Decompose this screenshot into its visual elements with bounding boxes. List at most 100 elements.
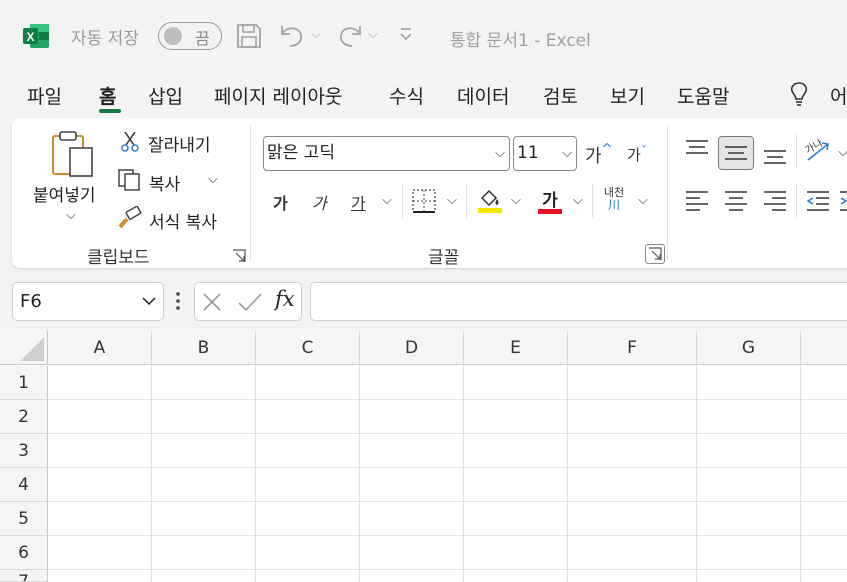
tab-help[interactable]: 도움말: [677, 82, 729, 109]
undo-dropdown-icon[interactable]: ⌵: [311, 27, 321, 42]
column-header-G[interactable]: G: [697, 331, 801, 365]
row-header-6[interactable]: 6: [0, 536, 48, 570]
phonetic-guide-button[interactable]: 내천 川: [602, 186, 626, 212]
row-gridline: [48, 569, 847, 570]
row-header-5[interactable]: 5: [0, 502, 48, 536]
fill-color-dropdown-icon[interactable]: ⌵: [511, 193, 521, 208]
align-bottom-icon[interactable]: [762, 145, 788, 173]
column-header-A[interactable]: A: [48, 331, 152, 365]
column-gridline: [696, 365, 697, 582]
column-header-F[interactable]: F: [568, 331, 697, 365]
tab-review[interactable]: 검토: [543, 82, 578, 109]
font-name-select[interactable]: 맑은 고딕 ⌵: [263, 136, 510, 171]
align-middle-icon: [725, 146, 747, 160]
group-separator: [250, 126, 251, 261]
clipboard-dialog-launcher-icon[interactable]: [232, 248, 246, 267]
copy-button[interactable]: 복사: [149, 170, 180, 195]
column-header-E[interactable]: E: [464, 331, 568, 365]
align-center-icon[interactable]: [723, 188, 749, 216]
row-gridline: [48, 433, 847, 434]
font-color-button[interactable]: 가: [537, 186, 563, 214]
increase-indent-icon[interactable]: [840, 188, 847, 216]
underline-button[interactable]: 가: [351, 190, 366, 214]
separator: [402, 184, 403, 218]
autosave-toggle[interactable]: 끔: [158, 22, 222, 50]
column-gridline: [567, 365, 568, 582]
column-header-D[interactable]: D: [360, 331, 464, 365]
row-header-4[interactable]: 4: [0, 468, 48, 502]
insert-function-button[interactable]: fx: [275, 287, 295, 311]
grow-font-label: 가: [585, 146, 602, 167]
row-header-7[interactable]: 7: [0, 570, 48, 582]
lightbulb-icon[interactable]: [788, 80, 810, 112]
undo-icon[interactable]: [278, 22, 306, 54]
column-header-B[interactable]: B: [152, 331, 256, 365]
align-right-icon[interactable]: [762, 188, 788, 216]
enter-check-icon[interactable]: [237, 291, 263, 317]
tab-insert[interactable]: 삽입: [148, 82, 183, 109]
autosave-state: 끔: [195, 29, 210, 48]
tab-home[interactable]: 홈: [99, 82, 116, 109]
row-header-1[interactable]: 1: [0, 366, 48, 400]
orientation-dropdown-icon[interactable]: ⌵: [838, 145, 847, 160]
scissors-icon[interactable]: [120, 130, 140, 156]
row-gridline: [48, 535, 847, 536]
shrink-font-button[interactable]: 가ˇ: [627, 144, 647, 165]
select-all-button[interactable]: [0, 331, 48, 365]
borders-dropdown-icon[interactable]: ⌵: [447, 193, 457, 208]
paste-icon[interactable]: [50, 130, 96, 184]
align-middle-button[interactable]: [718, 136, 754, 170]
copy-dropdown-icon[interactable]: ⌵: [208, 172, 218, 187]
shrink-font-label: 가: [627, 146, 641, 164]
row-gridline: [48, 501, 847, 502]
tab-data[interactable]: 데이터: [457, 82, 509, 109]
decrease-indent-icon[interactable]: [805, 188, 831, 216]
paste-dropdown-icon[interactable]: ⌵: [66, 208, 76, 223]
format-painter-button[interactable]: 서식 복사: [149, 208, 217, 233]
fill-color-icon[interactable]: [476, 186, 504, 218]
font-size-select[interactable]: 11 ⌵: [513, 136, 577, 171]
excel-logo-icon: X: [22, 22, 50, 50]
save-icon[interactable]: [236, 22, 262, 54]
redo-icon[interactable]: [336, 22, 364, 54]
customize-qat-icon[interactable]: [398, 26, 414, 48]
underline-dropdown-icon[interactable]: ⌵: [382, 193, 392, 208]
grow-font-button[interactable]: 가^: [585, 142, 612, 168]
tell-me-search[interactable]: 어: [830, 82, 847, 109]
cancel-icon[interactable]: [201, 291, 223, 317]
more-options-icon[interactable]: [174, 290, 182, 316]
borders-icon[interactable]: [411, 188, 437, 218]
redo-dropdown-icon[interactable]: ⌵: [368, 27, 378, 42]
tab-page-layout[interactable]: 페이지 레이아웃: [214, 82, 342, 109]
align-top-icon[interactable]: [684, 138, 710, 166]
align-left-icon[interactable]: [684, 188, 710, 216]
row-header-2[interactable]: 2: [0, 400, 48, 434]
font-color-dropdown-icon[interactable]: ⌵: [573, 193, 583, 208]
column-gridline: [359, 365, 360, 582]
autosave-label: 자동 저장: [71, 29, 139, 49]
phonetic-dropdown-icon[interactable]: ⌵: [638, 193, 648, 208]
tab-view[interactable]: 보기: [610, 82, 645, 109]
tab-formulas[interactable]: 수식: [389, 82, 424, 109]
cut-button[interactable]: 잘라내기: [148, 131, 211, 156]
formula-input[interactable]: [310, 282, 847, 321]
caret-up-icon: ^: [601, 142, 613, 157]
name-box[interactable]: F6: [12, 282, 164, 321]
row-header-3[interactable]: 3: [0, 434, 48, 468]
copy-icon[interactable]: [117, 168, 143, 196]
paste-button[interactable]: 붙여넣기: [33, 181, 96, 206]
format-painter-icon[interactable]: [117, 205, 143, 234]
bold-button[interactable]: 가: [273, 190, 288, 214]
italic-button[interactable]: 가: [312, 190, 327, 214]
font-color-label: 가: [542, 191, 558, 211]
orientation-icon[interactable]: 가나: [803, 138, 829, 161]
toggle-knob: [164, 27, 182, 45]
column-header-C[interactable]: C: [256, 331, 360, 365]
separator: [796, 184, 797, 218]
document-title: 통합 문서1 - Excel: [450, 31, 591, 51]
worksheet-grid[interactable]: [0, 331, 847, 582]
font-dialog-launcher-icon[interactable]: [645, 244, 665, 264]
tab-file[interactable]: 파일: [27, 82, 62, 109]
separator: [466, 184, 467, 218]
svg-text:X: X: [26, 30, 34, 44]
